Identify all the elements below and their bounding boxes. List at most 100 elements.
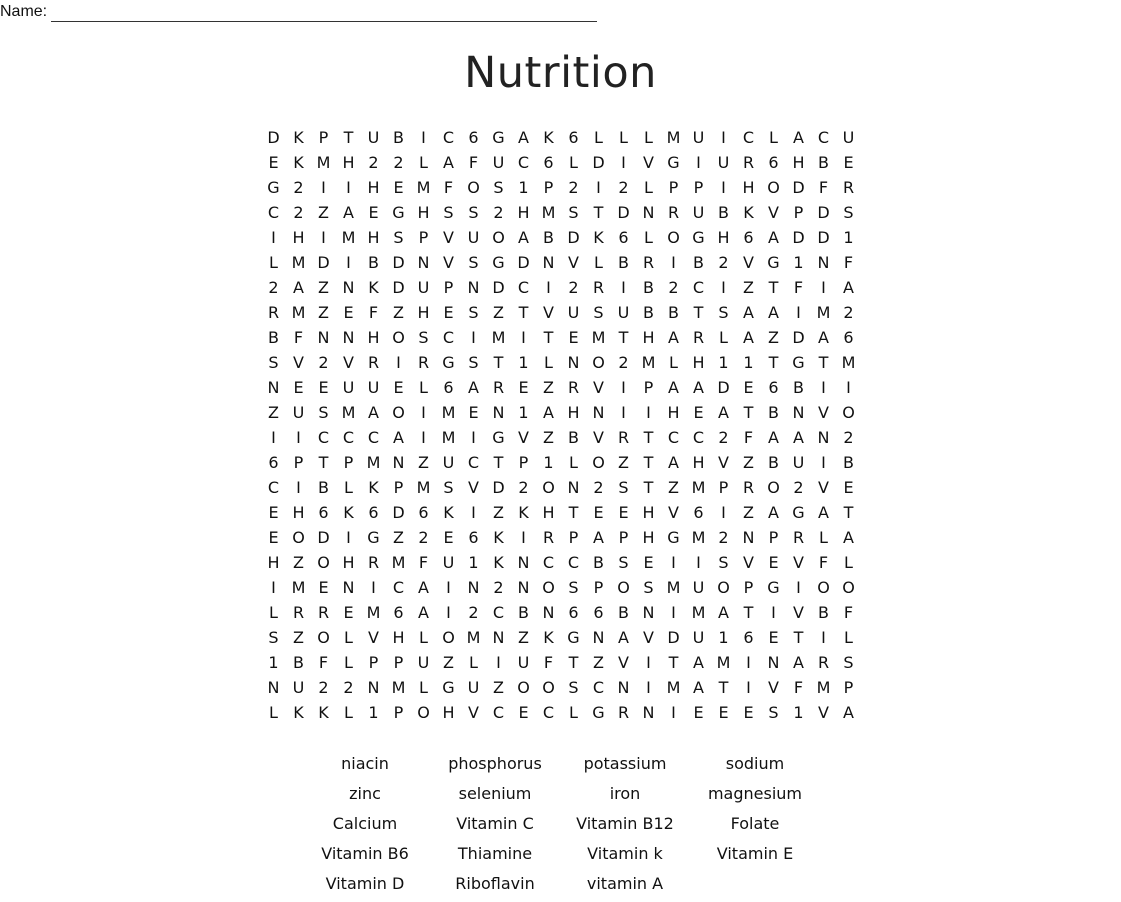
grid-cell[interactable]: 1 bbox=[786, 250, 811, 275]
grid-cell[interactable]: A bbox=[286, 275, 311, 300]
grid-cell[interactable]: I bbox=[411, 400, 436, 425]
grid-cell[interactable]: H bbox=[361, 325, 386, 350]
grid-cell[interactable]: L bbox=[411, 375, 436, 400]
grid-cell[interactable]: N bbox=[736, 525, 761, 550]
grid-cell[interactable]: I bbox=[811, 275, 836, 300]
grid-cell[interactable]: V bbox=[761, 200, 786, 225]
grid-cell[interactable]: 1 bbox=[836, 225, 861, 250]
grid-cell[interactable]: S bbox=[461, 250, 486, 275]
grid-cell[interactable]: O bbox=[836, 575, 861, 600]
grid-cell[interactable]: P bbox=[386, 475, 411, 500]
grid-cell[interactable]: N bbox=[511, 550, 536, 575]
grid-cell[interactable]: B bbox=[636, 300, 661, 325]
grid-cell[interactable]: U bbox=[686, 625, 711, 650]
grid-cell[interactable]: K bbox=[361, 475, 386, 500]
grid-cell[interactable]: E bbox=[511, 375, 536, 400]
grid-cell[interactable]: L bbox=[836, 550, 861, 575]
name-blank-line[interactable] bbox=[51, 3, 598, 22]
grid-cell[interactable]: Z bbox=[586, 650, 611, 675]
grid-cell[interactable]: N bbox=[536, 250, 561, 275]
grid-cell[interactable]: O bbox=[711, 575, 736, 600]
grid-cell[interactable]: T bbox=[761, 350, 786, 375]
grid-cell[interactable]: A bbox=[836, 525, 861, 550]
grid-cell[interactable]: A bbox=[411, 575, 436, 600]
grid-cell[interactable]: V bbox=[811, 475, 836, 500]
grid-cell[interactable]: K bbox=[536, 125, 561, 150]
grid-cell[interactable]: A bbox=[361, 400, 386, 425]
grid-cell[interactable]: B bbox=[311, 475, 336, 500]
grid-cell[interactable]: G bbox=[761, 575, 786, 600]
grid-cell[interactable]: R bbox=[736, 150, 761, 175]
grid-cell[interactable]: M bbox=[386, 550, 411, 575]
grid-cell[interactable]: N bbox=[461, 275, 486, 300]
grid-cell[interactable]: 6 bbox=[736, 625, 761, 650]
grid-cell[interactable]: A bbox=[686, 650, 711, 675]
grid-cell[interactable]: S bbox=[836, 650, 861, 675]
grid-cell[interactable]: H bbox=[636, 500, 661, 525]
grid-cell[interactable]: Z bbox=[286, 550, 311, 575]
grid-cell[interactable]: V bbox=[586, 425, 611, 450]
grid-cell[interactable]: H bbox=[361, 175, 386, 200]
grid-cell[interactable]: U bbox=[436, 550, 461, 575]
grid-cell[interactable]: N bbox=[586, 625, 611, 650]
grid-cell[interactable]: L bbox=[636, 175, 661, 200]
grid-cell[interactable]: A bbox=[711, 400, 736, 425]
grid-cell[interactable]: 6 bbox=[836, 325, 861, 350]
grid-cell[interactable]: L bbox=[261, 250, 286, 275]
grid-cell[interactable]: P bbox=[661, 175, 686, 200]
grid-cell[interactable]: N bbox=[636, 700, 661, 725]
grid-cell[interactable]: L bbox=[336, 625, 361, 650]
grid-cell[interactable]: L bbox=[261, 600, 286, 625]
grid-cell[interactable]: T bbox=[836, 500, 861, 525]
grid-cell[interactable]: D bbox=[811, 200, 836, 225]
grid-cell[interactable]: C bbox=[461, 450, 486, 475]
grid-cell[interactable]: M bbox=[386, 675, 411, 700]
grid-cell[interactable]: A bbox=[761, 425, 786, 450]
grid-cell[interactable]: T bbox=[761, 275, 786, 300]
grid-cell[interactable]: I bbox=[611, 375, 636, 400]
grid-cell[interactable]: E bbox=[761, 550, 786, 575]
grid-cell[interactable]: H bbox=[686, 350, 711, 375]
grid-cell[interactable]: U bbox=[361, 375, 386, 400]
grid-cell[interactable]: 2 bbox=[461, 600, 486, 625]
grid-cell[interactable]: I bbox=[336, 525, 361, 550]
grid-cell[interactable]: N bbox=[611, 675, 636, 700]
grid-cell[interactable]: L bbox=[836, 625, 861, 650]
grid-cell[interactable]: C bbox=[336, 425, 361, 450]
grid-cell[interactable]: A bbox=[686, 375, 711, 400]
grid-cell[interactable]: D bbox=[661, 625, 686, 650]
grid-cell[interactable]: O bbox=[461, 175, 486, 200]
grid-cell[interactable]: G bbox=[561, 625, 586, 650]
grid-cell[interactable]: P bbox=[386, 700, 411, 725]
grid-cell[interactable]: F bbox=[836, 600, 861, 625]
grid-cell[interactable]: Z bbox=[286, 625, 311, 650]
grid-cell[interactable]: A bbox=[786, 125, 811, 150]
grid-cell[interactable]: F bbox=[736, 425, 761, 450]
grid-cell[interactable]: O bbox=[586, 350, 611, 375]
grid-cell[interactable]: O bbox=[761, 175, 786, 200]
grid-cell[interactable]: 6 bbox=[386, 600, 411, 625]
grid-cell[interactable]: T bbox=[511, 300, 536, 325]
grid-cell[interactable]: B bbox=[361, 250, 386, 275]
grid-cell[interactable]: B bbox=[711, 200, 736, 225]
grid-cell[interactable]: Z bbox=[536, 375, 561, 400]
grid-cell[interactable]: G bbox=[761, 250, 786, 275]
grid-cell[interactable]: M bbox=[411, 475, 436, 500]
grid-cell[interactable]: S bbox=[636, 575, 661, 600]
grid-cell[interactable]: I bbox=[261, 425, 286, 450]
grid-cell[interactable]: H bbox=[661, 400, 686, 425]
grid-cell[interactable]: 1 bbox=[511, 175, 536, 200]
grid-cell[interactable]: 2 bbox=[711, 250, 736, 275]
grid-cell[interactable]: V bbox=[811, 700, 836, 725]
grid-cell[interactable]: M bbox=[286, 250, 311, 275]
grid-cell[interactable]: V bbox=[436, 250, 461, 275]
grid-cell[interactable]: U bbox=[711, 150, 736, 175]
grid-cell[interactable]: F bbox=[786, 675, 811, 700]
grid-cell[interactable]: O bbox=[386, 325, 411, 350]
grid-cell[interactable]: N bbox=[336, 575, 361, 600]
grid-cell[interactable]: E bbox=[311, 575, 336, 600]
grid-cell[interactable]: O bbox=[611, 575, 636, 600]
grid-cell[interactable]: T bbox=[561, 650, 586, 675]
grid-cell[interactable]: I bbox=[736, 650, 761, 675]
grid-cell[interactable]: U bbox=[286, 675, 311, 700]
